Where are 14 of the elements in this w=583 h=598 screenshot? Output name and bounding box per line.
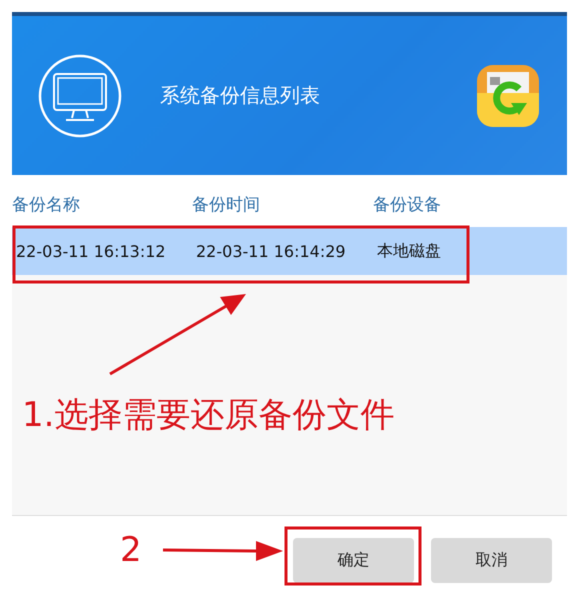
folder-restore-icon (475, 62, 541, 128)
annotation-text: 2 (120, 533, 142, 567)
column-header: 备份设备 (373, 194, 442, 217)
table-row[interactable]: 22-03-11 16:13:12 22-03-11 16:14:29 本地磁盘 (12, 227, 567, 275)
column-header: 备份名称 (12, 194, 81, 217)
ok-button[interactable]: 确定 (293, 538, 414, 583)
table-cell-text: 22-03-11 16:13:12 (16, 242, 167, 260)
column-header: 备份时间 (192, 194, 261, 217)
table-cell-text: 本地磁盘 (377, 240, 442, 262)
annotation-text: 1.选择需要还原备份文件 (22, 398, 394, 432)
window-title: 系统备份信息列表 (160, 82, 321, 109)
table-cell-text: 22-03-11 16:14:29 (196, 242, 347, 260)
monitor-icon (38, 54, 122, 138)
cancel-button[interactable]: 取消 (431, 538, 552, 583)
